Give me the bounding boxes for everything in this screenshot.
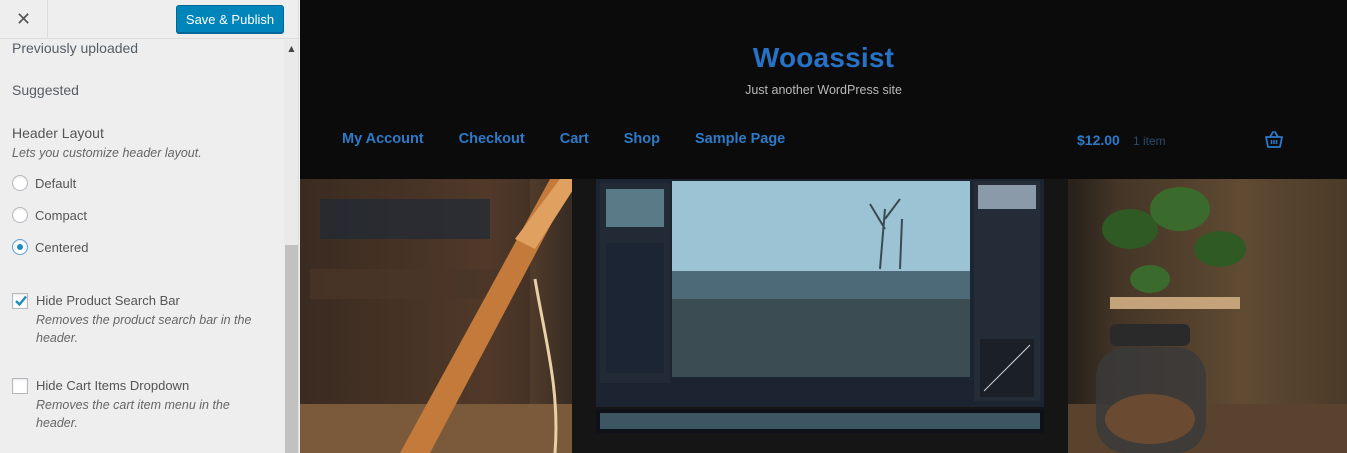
primary-navigation: My Account Checkout Cart Shop Sample Pag… (342, 131, 820, 151)
checkbox-description: Removes the product search bar in the he… (36, 313, 252, 345)
radio-button-checked[interactable] (12, 239, 28, 255)
site-header: Wooassist Just another WordPress site My… (300, 0, 1347, 179)
customizer-header: ✕ Save & Publish (0, 0, 298, 39)
customizer-sidebar: ✕ Save & Publish Previously uploaded Sug… (0, 0, 299, 453)
cart-amount[interactable]: $12.00 (1077, 132, 1120, 148)
hide-product-search-checkbox[interactable] (12, 293, 28, 309)
scrollbar-thumb[interactable] (285, 245, 298, 453)
close-icon: ✕ (15, 9, 32, 30)
hide-cart-dropdown-option: Hide Cart Items Dropdown Removes the car… (12, 377, 266, 432)
header-layout-description: Lets you customize header layout. (12, 146, 202, 160)
previously-uploaded-heading[interactable]: Previously uploaded (12, 40, 138, 56)
basket-icon[interactable] (1264, 130, 1284, 150)
radio-label: Default (35, 175, 77, 191)
site-tagline: Just another WordPress site (745, 83, 902, 97)
header-layout-title: Header Layout (12, 125, 104, 141)
save-publish-button[interactable]: Save & Publish (176, 5, 284, 33)
nav-my-account[interactable]: My Account (342, 131, 424, 151)
close-button[interactable]: ✕ (0, 0, 48, 39)
suggested-heading[interactable]: Suggested (12, 82, 79, 98)
cart-count[interactable]: 1 item (1133, 134, 1166, 148)
radio-button[interactable] (12, 207, 28, 223)
nav-shop[interactable]: Shop (624, 131, 660, 151)
sidebar-scrollbar[interactable]: ▲ (284, 40, 298, 453)
radio-compact[interactable]: Compact (12, 206, 87, 224)
radio-label: Centered (35, 239, 89, 255)
scroll-up-icon[interactable]: ▲ (284, 43, 298, 55)
checkbox-label: Hide Cart Items Dropdown (36, 378, 190, 393)
hide-product-search-option: Hide Product Search Bar Removes the prod… (12, 292, 266, 347)
site-title[interactable]: Wooassist (753, 42, 894, 73)
radio-label: Compact (35, 207, 88, 223)
radio-default[interactable]: Default (12, 174, 76, 192)
hide-cart-dropdown-checkbox[interactable] (12, 378, 28, 394)
checkbox-label: Hide Product Search Bar (36, 293, 180, 308)
customizer-panel: Previously uploaded Suggested Header Lay… (0, 40, 284, 453)
checkmark-icon (15, 295, 27, 307)
checkbox-description: Removes the cart item menu in the header… (36, 398, 230, 430)
hero-image (300, 179, 1347, 453)
radio-centered[interactable]: Centered (12, 238, 88, 256)
site-preview: Wooassist Just another WordPress site My… (300, 0, 1347, 453)
nav-checkout[interactable]: Checkout (459, 131, 525, 151)
radio-button[interactable] (12, 175, 28, 191)
nav-cart[interactable]: Cart (560, 131, 589, 151)
nav-sample-page[interactable]: Sample Page (695, 131, 785, 151)
